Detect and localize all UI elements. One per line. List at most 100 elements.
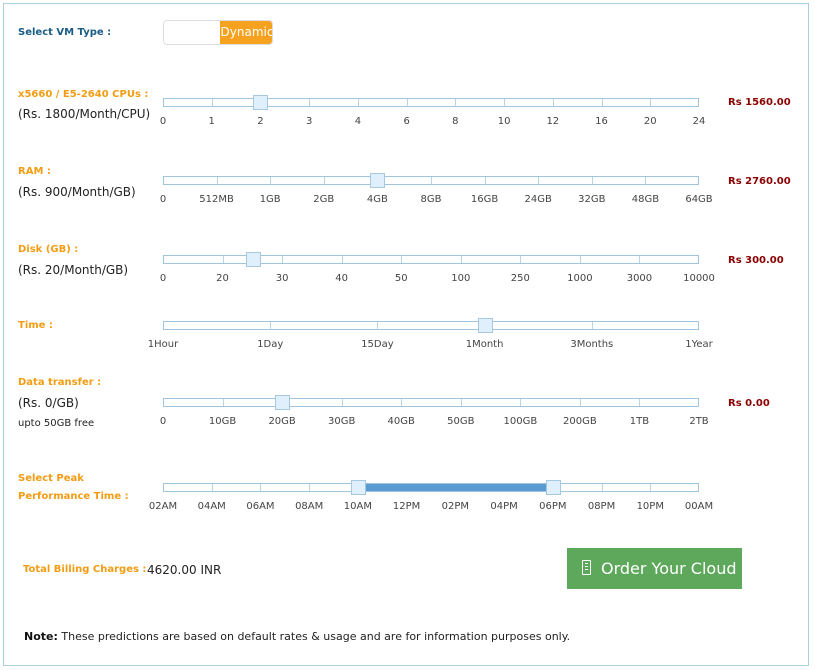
transfer-tick-mark xyxy=(401,399,403,406)
vm-type-dynamic-segment[interactable]: Dynamic xyxy=(220,21,272,44)
cpu-tick-label: 1 xyxy=(208,116,215,127)
cpu-tick-mark xyxy=(455,99,457,106)
cpu-tick-label: 24 xyxy=(692,116,706,127)
disk-tick-mark xyxy=(401,256,403,263)
transfer-slider[interactable] xyxy=(163,395,699,410)
time-label: Time : xyxy=(18,320,53,331)
peak-tick-label: 00AM xyxy=(684,501,714,512)
ram-tick-label: 4GB xyxy=(366,194,388,205)
ram-tick-mark xyxy=(538,177,540,184)
disk-tick-mark xyxy=(282,256,284,263)
transfer-tick-mark xyxy=(341,399,343,406)
total-label: Total Billing Charges : xyxy=(23,564,147,575)
disk-tick-mark xyxy=(520,256,522,263)
ram-tick-mark xyxy=(216,177,218,184)
transfer-rate: (Rs. 0/GB) xyxy=(18,396,79,410)
disk-slider[interactable] xyxy=(163,252,699,267)
transfer-tick-mark xyxy=(639,399,641,406)
peak-tick-label: 06AM xyxy=(246,501,275,512)
peak-label-line2: Performance Time : xyxy=(18,491,129,502)
ram-tick-label: 8GB xyxy=(420,194,442,205)
cpu-tick-mark xyxy=(211,99,213,106)
transfer-price: Rs 0.00 xyxy=(728,398,770,409)
peak-tick-mark xyxy=(309,484,311,491)
transfer-tick-label: 20GB xyxy=(268,416,296,427)
cpu-tick-label: 12 xyxy=(546,116,560,127)
peak-tick-label: 02AM xyxy=(148,501,178,512)
transfer-tick-label: 200GB xyxy=(563,416,597,427)
cpu-tick-label: 4 xyxy=(354,116,362,127)
ram-tick-mark xyxy=(484,177,486,184)
cpu-tick-label: 16 xyxy=(595,116,608,127)
peak-range-slider[interactable] xyxy=(163,480,699,495)
transfer-slider-handle[interactable] xyxy=(275,395,291,410)
cpu-slider-handle[interactable] xyxy=(253,95,269,110)
transfer-tick-mark xyxy=(520,399,522,406)
ram-slider[interactable] xyxy=(163,173,699,188)
cpu-price: Rs 1560.00 xyxy=(728,97,791,108)
time-tick-mark xyxy=(270,322,272,329)
order-your-cloud-button[interactable]: Order Your Cloud xyxy=(567,548,742,589)
peak-tick-label: 04PM xyxy=(490,501,518,512)
cpu-tick-mark xyxy=(650,99,652,106)
cpu-tick-label: 10 xyxy=(497,116,511,127)
ram-tick-label: 64GB xyxy=(685,194,713,205)
ram-tick-label: 48GB xyxy=(631,194,660,205)
ram-tick-label: 24GB xyxy=(524,194,552,205)
vm-type-toggle[interactable]: Dynamic xyxy=(163,20,273,45)
disk-price: Rs 300.00 xyxy=(728,255,784,266)
peak-end-slider-handle[interactable] xyxy=(545,480,561,495)
disclaimer-note: Note: These predictions are based on def… xyxy=(24,630,570,643)
cpu-tick-mark xyxy=(406,99,408,106)
ram-tick-label: 2GB xyxy=(313,194,335,205)
transfer-tick-mark xyxy=(222,399,224,406)
cpu-tick-label: 0 xyxy=(159,116,167,127)
time-slider-handle[interactable] xyxy=(477,318,493,333)
ram-tick-mark xyxy=(323,177,325,184)
cpu-tick-label: 2 xyxy=(257,116,264,127)
order-button-label: Order Your Cloud xyxy=(601,559,737,578)
cpu-slider[interactable] xyxy=(163,95,699,110)
disk-tick-mark xyxy=(460,256,462,263)
cpu-tick-label: 8 xyxy=(452,116,459,127)
time-tick-label: 1Day xyxy=(257,339,284,350)
transfer-tick-mark xyxy=(579,399,581,406)
disk-tick-mark xyxy=(579,256,581,263)
calculator-icon xyxy=(582,560,591,575)
disk-label: Disk (GB) : xyxy=(18,244,79,255)
disk-slider-handle[interactable] xyxy=(245,252,261,267)
vm-type-label: Select VM Type : xyxy=(18,27,112,38)
peak-tick-label: 06PM xyxy=(539,501,567,512)
disk-tick-label: 40 xyxy=(335,273,349,284)
transfer-tick-label: 0 xyxy=(159,416,167,427)
disk-tick-mark xyxy=(222,256,224,263)
ram-tick-label: 512MB xyxy=(199,194,234,205)
time-tick-label: 1Year xyxy=(685,339,713,350)
transfer-tick-label: 10GB xyxy=(208,416,237,427)
vm-type-off-segment[interactable] xyxy=(164,21,220,44)
peak-tick-label: 08AM xyxy=(295,501,324,512)
disk-tick-label: 10000 xyxy=(683,273,715,284)
time-slider[interactable] xyxy=(163,318,699,333)
ram-label: RAM : xyxy=(18,166,51,177)
peak-tick-label: 10AM xyxy=(343,501,373,512)
disk-tick-label: 20 xyxy=(216,273,229,284)
cpu-tick-mark xyxy=(601,99,603,106)
disk-tick-label: 0 xyxy=(159,273,167,284)
cpu-tick-label: 3 xyxy=(305,116,313,127)
peak-tick-label: 12PM xyxy=(392,501,421,512)
peak-tick-label: 08PM xyxy=(587,501,616,512)
transfer-tick-label: 100GB xyxy=(503,416,538,427)
peak-tick-mark xyxy=(650,484,652,491)
ram-slider-handle[interactable] xyxy=(370,173,386,188)
transfer-free-note: upto 50GB free xyxy=(18,418,95,429)
transfer-tick-label: 30GB xyxy=(327,416,356,427)
peak-start-slider-handle[interactable] xyxy=(350,480,366,495)
note-bold: Note: xyxy=(24,630,58,643)
cpu-tick-label: 6 xyxy=(403,116,410,127)
peak-tick-mark xyxy=(260,484,262,491)
cpu-tick-mark xyxy=(552,99,554,106)
note-text: These predictions are based on default r… xyxy=(57,630,571,643)
disk-tick-label: 1000 xyxy=(567,273,593,284)
disk-tick-label: 30 xyxy=(275,273,289,284)
